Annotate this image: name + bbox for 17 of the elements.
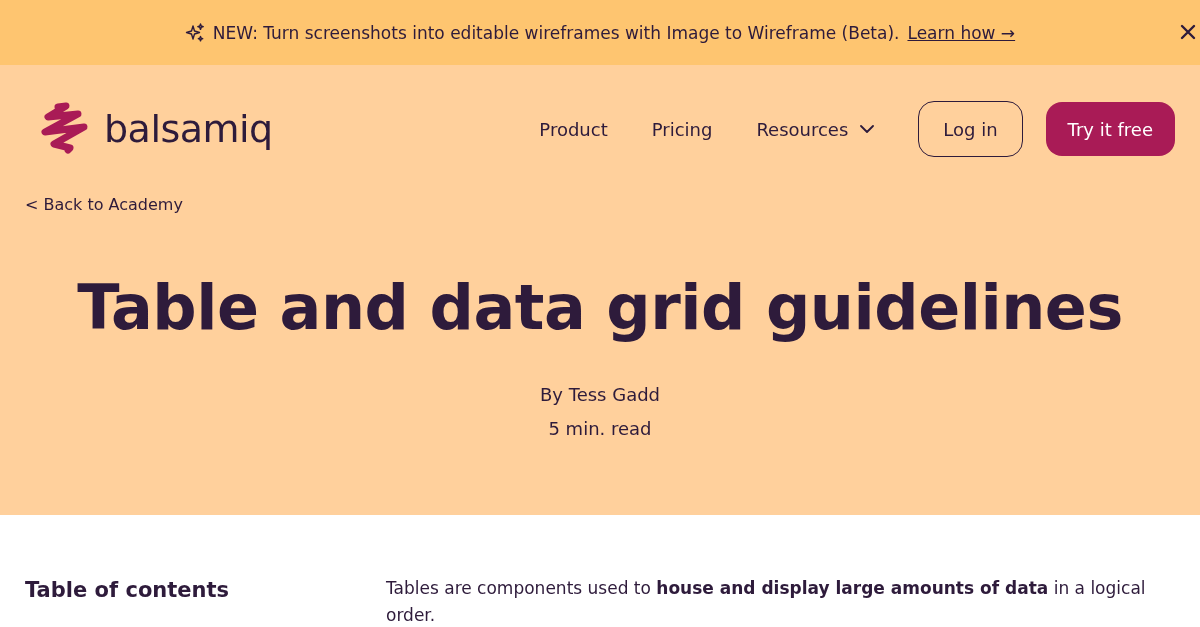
chevron-down-icon[interactable] bbox=[860, 125, 875, 133]
toc-heading: Table of contents bbox=[25, 575, 300, 627]
nav-link[interactable]: Pricing bbox=[651, 118, 713, 140]
back-link[interactable]: < Back to Academy bbox=[25, 193, 183, 217]
logo-wordmark[interactable]: balsamiq bbox=[104, 107, 273, 151]
login-button[interactable]: Log in bbox=[918, 101, 1023, 157]
learn-how-link[interactable]: Learn how → bbox=[907, 22, 1016, 43]
page-title: Table and data grid guidelines bbox=[77, 270, 1123, 346]
author-text: By Tess Gadd bbox=[539, 383, 660, 407]
try-free-button[interactable]: Try it free bbox=[1045, 102, 1175, 156]
sparkle-icon bbox=[184, 22, 205, 43]
intro-paragraph: Tables are components used to house and display large amounts of data in a logical order. bbox=[386, 577, 1146, 627]
close-icon[interactable] bbox=[1180, 24, 1196, 40]
nav-link[interactable]: Product bbox=[539, 118, 608, 140]
read-time-text: 5 min. read bbox=[548, 417, 652, 441]
announcement-text: NEW: Turn screenshots into editable wireframes with Image to Wireframe (Beta). bbox=[212, 22, 900, 43]
nav-link[interactable]: Resources bbox=[756, 118, 849, 140]
